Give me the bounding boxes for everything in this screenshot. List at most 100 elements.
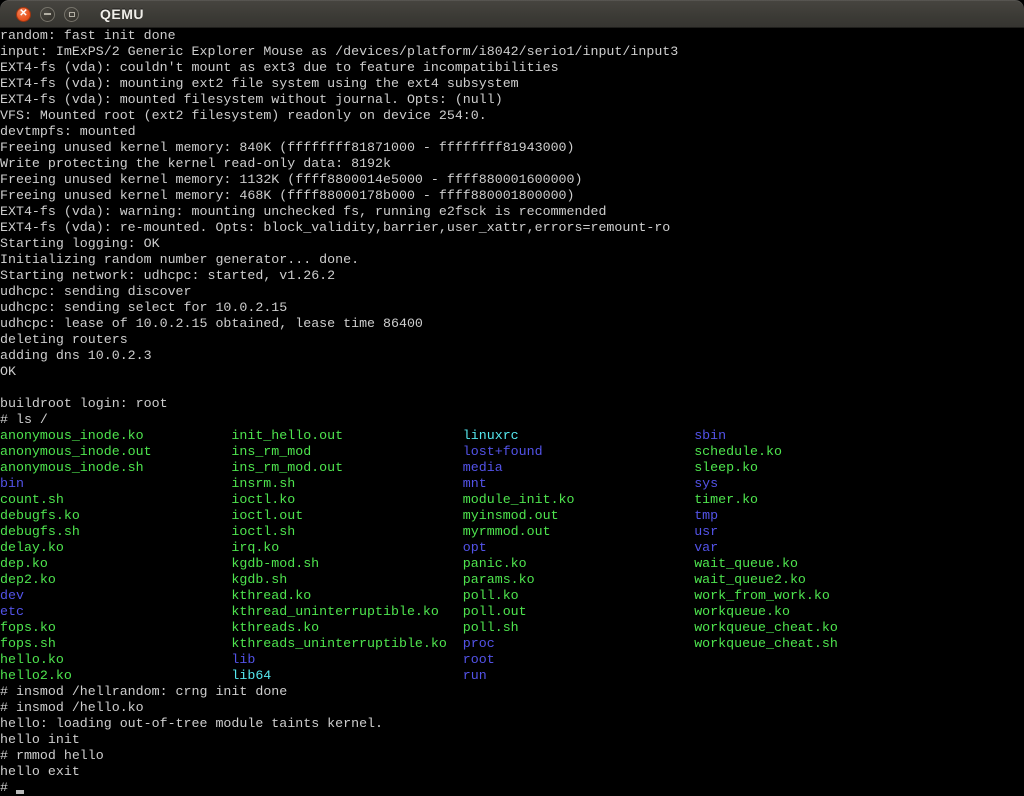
console-text: devtmpfs: mounted xyxy=(0,124,136,139)
window-title: QEMU xyxy=(100,6,144,22)
terminal-line: Freeing unused kernel memory: 1132K (fff… xyxy=(0,172,1024,188)
file-entry: work_from_work.ko xyxy=(694,588,830,604)
maximize-button[interactable] xyxy=(64,7,79,22)
terminal-line: Starting network: udhcpc: started, v1.26… xyxy=(0,268,1024,284)
file-entry: ioctl.ko xyxy=(231,492,295,508)
file-entry: dep.ko xyxy=(0,556,48,572)
file-entry: poll.ko xyxy=(463,588,519,604)
window-titlebar[interactable]: ✕ QEMU xyxy=(0,0,1024,28)
terminal-line: hello init xyxy=(0,732,1024,748)
file-entry: kgdb.sh xyxy=(231,572,287,588)
directory-entry: lib xyxy=(231,652,255,668)
ls-row: bininsrm.shmntsys xyxy=(0,476,1024,492)
terminal-line: # insmod /hello.ko xyxy=(0,700,1024,716)
terminal-line: Write protecting the kernel read-only da… xyxy=(0,156,1024,172)
ls-row: dep2.ko kgdb.sh params.ko wait_queue2.ko xyxy=(0,572,1024,588)
file-entry: schedule.ko xyxy=(694,444,782,460)
directory-entry: opt xyxy=(463,540,487,556)
ls-row: etc kthread_uninterruptible.ko poll.out wor… xyxy=(0,604,1024,620)
terminal-line: EXT4-fs (vda): couldn't mount as ext3 du… xyxy=(0,60,1024,76)
file-entry: kthread.ko xyxy=(231,588,311,604)
file-entry: fops.sh xyxy=(0,636,56,652)
console-text: # insmod /hello.ko xyxy=(0,700,144,715)
ls-row: anonymous_inode.outins_rm_modlost+founds… xyxy=(0,444,1024,460)
console-text: EXT4-fs (vda): warning: mounting uncheck… xyxy=(0,204,606,219)
terminal-line: udhcpc: sending discover xyxy=(0,284,1024,300)
terminal-line: buildroot login: root xyxy=(0,396,1024,412)
shell-prompt: # xyxy=(0,780,16,795)
ls-row: dev kthread.ko poll.ko work_from_work.ko xyxy=(0,588,1024,604)
file-entry: poll.sh xyxy=(463,620,519,636)
terminal-line: # insmod /hellrandom: crng init done xyxy=(0,684,1024,700)
directory-entry: root xyxy=(463,652,495,668)
directory-entry: mnt xyxy=(463,476,487,492)
terminal-line: Freeing unused kernel memory: 468K (ffff… xyxy=(0,188,1024,204)
file-entry: kthread_uninterruptible.ko xyxy=(231,604,438,620)
file-entry: count.sh xyxy=(0,492,64,508)
console-text: VFS: Mounted root (ext2 filesystem) read… xyxy=(0,108,487,123)
minimize-button[interactable] xyxy=(40,7,55,22)
file-entry: workqueue_cheat.sh xyxy=(694,636,838,652)
prompt-line: # xyxy=(0,780,1024,796)
ls-row: fops.kokthreads.kopoll.shworkqueue_cheat… xyxy=(0,620,1024,636)
console-text: random: fast init done xyxy=(0,28,176,43)
file-entry: hello2.ko xyxy=(0,668,72,684)
terminal-line: Starting logging: OK xyxy=(0,236,1024,252)
terminal-line: VFS: Mounted root (ext2 filesystem) read… xyxy=(0,108,1024,124)
console-text: deleting routers xyxy=(0,332,128,347)
qemu-window: { "window": { "title": "QEMU", "buttons"… xyxy=(0,0,1024,796)
file-entry: ioctl.sh xyxy=(231,524,295,540)
file-entry: wait_queue2.ko xyxy=(694,572,806,588)
directory-entry: proc xyxy=(463,636,495,652)
directory-entry: media xyxy=(463,460,503,476)
directory-entry: dev xyxy=(0,588,24,604)
console-text: hello: loading out-of-tree module taints… xyxy=(0,716,383,731)
close-button[interactable]: ✕ xyxy=(16,7,31,22)
file-entry: debugfs.sh xyxy=(0,524,80,540)
directory-entry: run xyxy=(463,668,487,684)
close-icon: ✕ xyxy=(19,9,27,19)
file-entry: kgdb-mod.sh xyxy=(231,556,319,572)
file-entry: ioctl.out xyxy=(231,508,303,524)
file-entry: workqueue.ko xyxy=(694,604,790,620)
directory-entry: var xyxy=(694,540,718,556)
terminal-line: deleting routers xyxy=(0,332,1024,348)
console-text: OK xyxy=(0,364,16,379)
console-text: EXT4-fs (vda): couldn't mount as ext3 du… xyxy=(0,60,559,75)
file-entry: wait_queue.ko xyxy=(694,556,798,572)
directory-entry: tmp xyxy=(694,508,718,524)
text-cursor xyxy=(16,790,24,794)
terminal-line: EXT4-fs (vda): warning: mounting uncheck… xyxy=(0,204,1024,220)
terminal-line: adding dns 10.0.2.3 xyxy=(0,348,1024,364)
ls-row: debugfs.shioctl.shmyrmmod.outusr xyxy=(0,524,1024,540)
console-text: # insmod /hellrandom: crng init done xyxy=(0,684,287,699)
terminal-line: Initializing random number generator... … xyxy=(0,252,1024,268)
file-entry: myinsmod.out xyxy=(463,508,559,524)
file-entry: dep2.ko xyxy=(0,572,56,588)
terminal-line xyxy=(0,380,1024,396)
terminal-line: # ls / xyxy=(0,412,1024,428)
terminal-line: random: fast init done xyxy=(0,28,1024,44)
console-text: EXT4-fs (vda): mounted filesystem withou… xyxy=(0,92,503,107)
ls-row: count.shioctl.komodule_init.kotimer.ko xyxy=(0,492,1024,508)
directory-entry: etc xyxy=(0,604,24,620)
directory-entry: sbin xyxy=(694,428,726,444)
maximize-icon xyxy=(69,12,75,17)
terminal-screen[interactable]: random: fast init doneinput: ImExPS/2 Ge… xyxy=(0,28,1024,796)
terminal-line: EXT4-fs (vda): mounted filesystem withou… xyxy=(0,92,1024,108)
console-text: udhcpc: sending select for 10.0.2.15 xyxy=(0,300,287,315)
terminal-line: udhcpc: sending select for 10.0.2.15 xyxy=(0,300,1024,316)
file-entry: insrm.sh xyxy=(231,476,295,492)
file-entry: delay.ko xyxy=(0,540,64,556)
console-text: Write protecting the kernel read-only da… xyxy=(0,156,391,171)
terminal-line: hello: loading out-of-tree module taints… xyxy=(0,716,1024,732)
console-text: EXT4-fs (vda): mounting ext2 file system… xyxy=(0,76,519,91)
console-text: # rmmod hello xyxy=(0,748,104,763)
file-entry: poll.out xyxy=(463,604,527,620)
directory-entry: sys xyxy=(694,476,718,492)
file-entry: params.ko xyxy=(463,572,535,588)
console-text: Starting network: udhcpc: started, v1.26… xyxy=(0,268,335,283)
console-text: udhcpc: sending discover xyxy=(0,284,192,299)
ls-row: debugfs.koioctl.outmyinsmod.outtmp xyxy=(0,508,1024,524)
terminal-line: EXT4-fs (vda): re-mounted. Opts: block_v… xyxy=(0,220,1024,236)
